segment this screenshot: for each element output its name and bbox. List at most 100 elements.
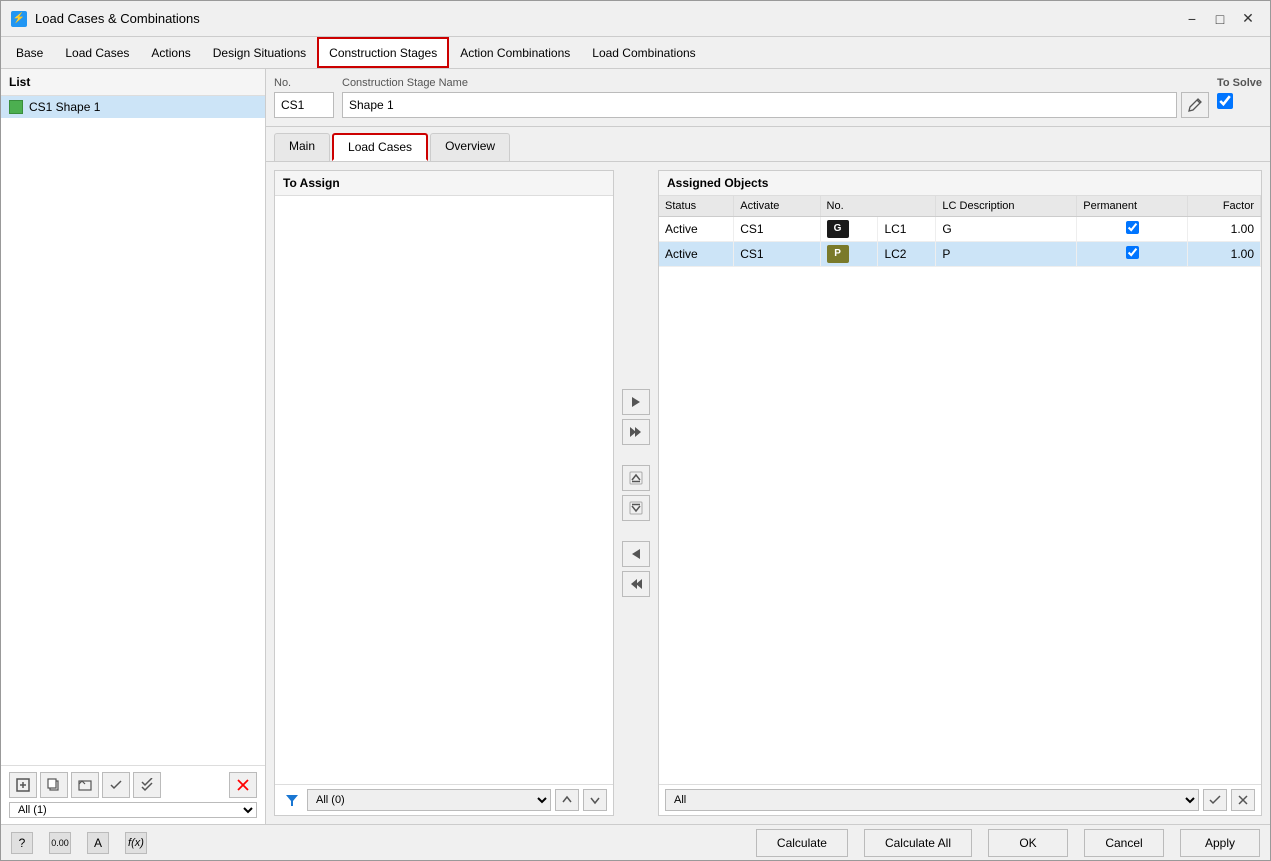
to-solve-checkbox-item [1217, 93, 1262, 109]
to-assign-panel: To Assign All (0) [274, 170, 614, 816]
to-assign-header: To Assign [275, 171, 613, 196]
menu-base[interactable]: Base [5, 37, 54, 68]
remove-all-button[interactable] [622, 571, 650, 597]
top-area: No. CS1 Construction Stage Name To Solve [266, 69, 1270, 127]
menu-actions[interactable]: Actions [140, 37, 201, 68]
content-area: To Assign All (0) [266, 162, 1270, 824]
status-bar: ? 0.00 A f(x) Calculate Calculate All OK… [1, 824, 1270, 860]
cell-badge-2: P [820, 242, 878, 267]
window-title: Load Cases & Combinations [35, 11, 200, 26]
list-container: CS1 Shape 1 [1, 96, 265, 765]
col-permanent: Permanent [1077, 196, 1188, 217]
cancel-button[interactable]: Cancel [1084, 829, 1164, 857]
new-item-button[interactable] [9, 772, 37, 798]
assign-all-button[interactable] [622, 419, 650, 445]
check-button[interactable] [102, 772, 130, 798]
col-no: No. [820, 196, 936, 217]
to-assign-filter-select[interactable]: All (0) [307, 789, 551, 811]
list-filter-select[interactable]: All (1) [9, 802, 257, 818]
to-solve-checkbox[interactable] [1217, 93, 1233, 109]
function-icon[interactable]: f(x) [125, 832, 147, 854]
name-input-row [342, 92, 1209, 118]
sort-up-button[interactable] [622, 465, 650, 491]
menu-load-cases[interactable]: Load Cases [54, 37, 140, 68]
cell-no-2: LC2 [878, 242, 936, 267]
permanent-checkbox-2[interactable] [1126, 246, 1139, 259]
title-bar: ⚡ Load Cases & Combinations − □ ✕ [1, 1, 1270, 37]
cell-status-1: Active [659, 217, 734, 242]
main-window: ⚡ Load Cases & Combinations − □ ✕ Base L… [0, 0, 1271, 861]
remove-one-button[interactable] [622, 541, 650, 567]
assigned-table: Status Activate No. LC Description Perma… [659, 196, 1261, 267]
cell-activate-2: CS1 [734, 242, 820, 267]
to-assign-filter-bar: All (0) [275, 784, 613, 815]
open-item-button[interactable] [71, 772, 99, 798]
cell-desc-1: G [936, 217, 1077, 242]
assigned-header: Assigned Objects [659, 171, 1261, 196]
assign-one-button[interactable] [622, 389, 650, 415]
list-item[interactable]: CS1 Shape 1 [1, 96, 265, 118]
no-field-group: No. CS1 [274, 77, 334, 118]
list-item-label: CS1 Shape 1 [29, 100, 100, 114]
close-button[interactable]: ✕ [1236, 9, 1260, 29]
table-header-row: Status Activate No. LC Description Perma… [659, 196, 1261, 217]
right-panel: No. CS1 Construction Stage Name To Solve [266, 69, 1270, 824]
filter-icon[interactable] [281, 789, 303, 811]
assigned-check-button[interactable] [1203, 789, 1227, 811]
item-color-indicator [9, 100, 23, 114]
ok-button[interactable]: OK [988, 829, 1068, 857]
assigned-objects-panel: Assigned Objects Status Activate No. LC … [658, 170, 1262, 816]
copy-item-button[interactable] [40, 772, 68, 798]
assigned-filter-select[interactable]: All Active Inactive [665, 789, 1199, 811]
permanent-checkbox-1[interactable] [1126, 221, 1139, 234]
name-label: Construction Stage Name [342, 77, 1209, 89]
cell-permanent-1 [1077, 217, 1188, 242]
title-bar-left: ⚡ Load Cases & Combinations [11, 11, 200, 27]
name-input[interactable] [342, 92, 1177, 118]
main-content: List CS1 Shape 1 [1, 69, 1270, 824]
menu-design-situations[interactable]: Design Situations [202, 37, 317, 68]
measure-icon[interactable]: 0.00 [49, 832, 71, 854]
to-assign-sort-desc-button[interactable] [583, 789, 607, 811]
check-all-button[interactable] [133, 772, 161, 798]
tab-overview[interactable]: Overview [430, 133, 510, 161]
help-icon[interactable]: ? [11, 832, 33, 854]
transfer-buttons [620, 170, 652, 816]
col-activate: Activate [734, 196, 820, 217]
calculate-button[interactable]: Calculate [756, 829, 848, 857]
list-header: List [1, 69, 265, 96]
app-icon: ⚡ [11, 11, 27, 27]
col-factor: Factor [1187, 196, 1260, 217]
tab-main[interactable]: Main [274, 133, 330, 161]
left-panel: List CS1 Shape 1 [1, 69, 266, 824]
cell-activate-1: CS1 [734, 217, 820, 242]
table-row[interactable]: Active CS1 P LC2 P 1.00 [659, 242, 1261, 267]
assigned-uncheck-button[interactable] [1231, 789, 1255, 811]
table-row[interactable]: Active CS1 G LC1 G 1.00 [659, 217, 1261, 242]
minimize-button[interactable]: − [1180, 9, 1204, 29]
tabs-bar: Main Load Cases Overview [266, 127, 1270, 162]
edit-name-button[interactable] [1181, 92, 1209, 118]
tab-load-cases[interactable]: Load Cases [332, 133, 428, 161]
cell-factor-2: 1.00 [1187, 242, 1260, 267]
cell-permanent-2 [1077, 242, 1188, 267]
cell-no-1: LC1 [878, 217, 936, 242]
calculate-all-button[interactable]: Calculate All [864, 829, 972, 857]
menu-bar: Base Load Cases Actions Design Situation… [1, 37, 1270, 69]
no-label: No. [274, 77, 334, 89]
maximize-button[interactable]: □ [1208, 9, 1232, 29]
apply-button[interactable]: Apply [1180, 829, 1260, 857]
menu-action-combinations[interactable]: Action Combinations [449, 37, 581, 68]
cell-badge-1: G [820, 217, 878, 242]
to-solve-group: To Solve [1217, 77, 1262, 118]
menu-load-combinations[interactable]: Load Combinations [581, 37, 706, 68]
to-assign-sort-asc-button[interactable] [555, 789, 579, 811]
menu-construction-stages[interactable]: Construction Stages [317, 37, 449, 68]
text-icon[interactable]: A [87, 832, 109, 854]
cell-factor-1: 1.00 [1187, 217, 1260, 242]
cell-desc-2: P [936, 242, 1077, 267]
cell-status-2: Active [659, 242, 734, 267]
sort-down-button[interactable] [622, 495, 650, 521]
delete-button[interactable] [229, 772, 257, 798]
list-footer: All (1) [1, 765, 265, 824]
